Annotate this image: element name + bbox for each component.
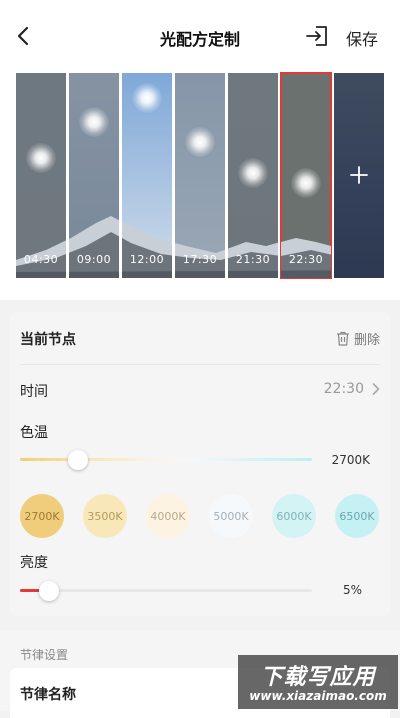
time-label: 时间: [20, 384, 48, 400]
color-temp-value: 2700K: [331, 453, 370, 467]
section-title: 节律设置: [20, 648, 69, 662]
color-temp-preset-button[interactable]: 2700K: [20, 494, 64, 538]
trash-icon: [336, 331, 349, 346]
time-selector[interactable]: 22:30: [324, 381, 380, 397]
color-temp-preset-button[interactable]: 3500K: [83, 494, 127, 538]
color-temp-label: 色温: [20, 425, 48, 441]
light-node-thumb[interactable]: 04:30: [16, 73, 66, 278]
sun-icon: [238, 158, 268, 188]
mountain-graphic: [16, 240, 66, 278]
time-value: 22:30: [323, 381, 364, 397]
delete-label: 删除: [353, 333, 380, 348]
color-temp-preset-button[interactable]: 4000K: [146, 494, 190, 538]
color-temp-slider-handle[interactable]: [68, 450, 89, 470]
watermark-url: www.xiazaimao.com: [249, 689, 387, 703]
color-temp-preset-button[interactable]: 6000K: [272, 494, 316, 538]
color-temp-slider-track[interactable]: [20, 458, 312, 461]
page-title: 光配方定制: [159, 30, 240, 49]
sun-icon: [132, 83, 162, 113]
brightness-label: 亮度: [20, 555, 48, 571]
delete-node-button[interactable]: 删除: [336, 329, 380, 348]
sun-icon: [185, 127, 215, 157]
node-time-label: 22:30: [288, 253, 324, 266]
mountain-graphic: [281, 238, 331, 278]
node-time-label: 17:30: [182, 253, 218, 266]
node-time-label: 04:30: [23, 253, 59, 266]
current-node-card: 当前节点 删除 时间 22:30 色温 2700K 2700K 3500K 4000…: [10, 312, 390, 616]
color-temp-preset-button[interactable]: 5000K: [209, 494, 253, 538]
add-node-button[interactable]: [334, 73, 384, 278]
light-node-thumb[interactable]: 21:30: [228, 73, 278, 278]
node-time-label: 09:00: [76, 253, 112, 266]
mountain-graphic: [122, 221, 172, 278]
rhythm-name-label: 节律名称: [20, 687, 76, 703]
mountain-graphic: [228, 242, 278, 278]
mountain-graphic: [175, 243, 225, 278]
watermark-logo: 下载写应用 www.xiazaimao.com: [238, 655, 398, 709]
mountain-graphic: [69, 216, 119, 278]
light-node-thumb[interactable]: 17:30: [175, 73, 225, 278]
node-time-label: 12:00: [129, 253, 165, 266]
brightness-slider-handle[interactable]: [38, 581, 59, 601]
sun-icon: [26, 143, 56, 173]
current-node-title: 当前节点: [20, 332, 76, 348]
sun-icon: [79, 107, 109, 137]
save-button[interactable]: 保存: [346, 26, 378, 50]
sun-icon: [291, 168, 321, 198]
divider: [20, 364, 380, 365]
watermark-text: 下载写应用: [260, 665, 376, 690]
light-node-thumb[interactable]: 22:30: [280, 72, 332, 279]
light-node-strip: 04:30 09:00 12:00 17:30 21:30 22:30: [0, 72, 400, 300]
light-node-thumb[interactable]: 09:00: [69, 73, 119, 278]
node-time-label: 21:30: [235, 253, 271, 266]
color-temp-preset-button[interactable]: 6500K: [335, 494, 379, 538]
brightness-slider-track[interactable]: [20, 589, 312, 592]
chevron-right-icon: [372, 383, 380, 395]
color-temp-presets: 2700K 3500K 4000K 5000K 6000K 6500K: [20, 494, 380, 538]
brightness-value: 5%: [342, 583, 362, 597]
top-bar: 光配方定制 保存: [0, 0, 400, 72]
export-icon[interactable]: [304, 24, 330, 48]
plus-icon: [350, 166, 368, 184]
light-node-thumb[interactable]: 12:00: [122, 73, 172, 278]
